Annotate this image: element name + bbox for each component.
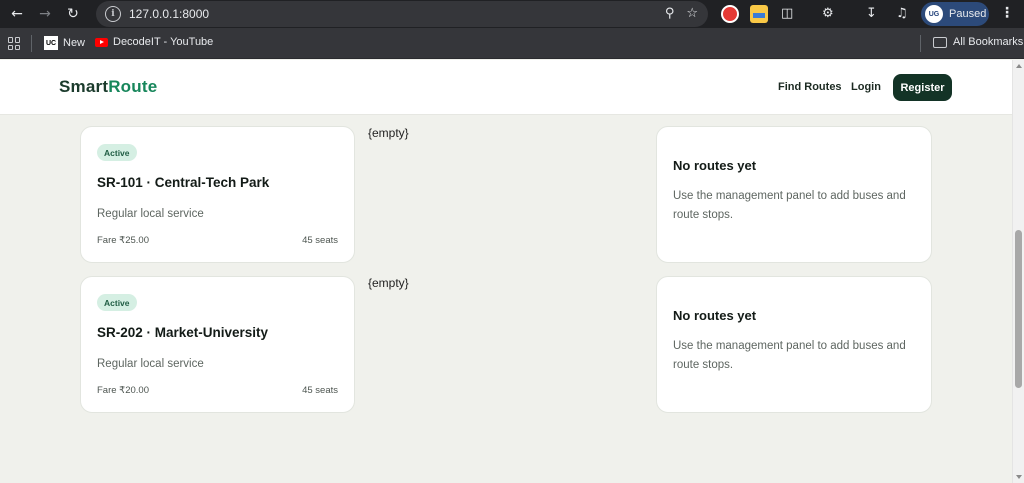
route-fare: Fare ₹25.00	[97, 235, 149, 246]
bookmark-label: New	[63, 37, 86, 49]
folder-icon	[933, 36, 947, 48]
uc-favicon-icon: UC	[44, 36, 58, 50]
brand-part-smart: Smart	[59, 77, 109, 96]
stops-placeholder: {empty}	[368, 276, 409, 290]
nav-login[interactable]: Login	[851, 81, 881, 93]
empty-state-title: No routes yet	[673, 158, 757, 173]
bookmarks-divider	[920, 35, 921, 52]
all-bookmarks-label: All Bookmarks	[953, 36, 1024, 48]
media-playlist-icon[interactable]: ♫	[896, 6, 908, 21]
brand-logo[interactable]: SmartRoute	[59, 77, 157, 97]
profile-button[interactable]: UG Paused	[921, 2, 989, 26]
empty-state-card: No routes yet Use the management panel t…	[656, 126, 932, 263]
empty-state-message: Use the management panel to add buses an…	[673, 340, 906, 371]
bookmarks-divider	[31, 35, 32, 52]
browser-toolbar: ← → ↻ i 127.0.0.1:8000 ⚲ ☆ ◫ ⚙ ↧ ♫ UG Pa…	[0, 0, 1024, 28]
extensions-puzzle-icon[interactable]: ◫	[781, 6, 793, 21]
route-description: Regular local service	[97, 208, 204, 220]
forward-arrow-icon[interactable]: →	[34, 3, 56, 25]
bookmark-decodeit-youtube[interactable]: DecodeIT - YouTube	[95, 36, 213, 48]
empty-state-message: Use the management panel to add buses an…	[673, 190, 906, 221]
address-url[interactable]: 127.0.0.1:8000	[129, 7, 209, 21]
empty-state-card: No routes yet Use the management panel t…	[656, 276, 932, 413]
scrollbar-thumb[interactable]	[1015, 230, 1022, 388]
route-title: SR-202 · Market-University	[97, 325, 269, 340]
route-title: SR-101 · Central-Tech Park	[97, 175, 270, 190]
browser-menu-icon[interactable]: ⋮	[1000, 5, 1014, 21]
performance-icon[interactable]: ⚙	[822, 6, 834, 21]
profile-status: Paused	[949, 8, 987, 20]
scroll-down-arrow-icon[interactable]	[1016, 475, 1022, 479]
register-button[interactable]: Register	[893, 74, 952, 101]
address-bar[interactable]: i 127.0.0.1:8000 ⚲ ☆	[96, 1, 708, 27]
page-viewport: SmartRoute Find Routes Login Register Ac…	[0, 60, 1012, 483]
apps-grid-icon[interactable]	[8, 37, 21, 50]
route-card[interactable]: Active SR-101 · Central-Tech Park Regula…	[80, 126, 355, 263]
route-card[interactable]: Active SR-202 · Market-University Regula…	[80, 276, 355, 413]
profile-avatar: UG	[925, 5, 943, 23]
status-badge: Active	[97, 144, 137, 161]
scroll-up-arrow-icon[interactable]	[1016, 64, 1022, 68]
route-seats: 45 seats	[302, 235, 338, 246]
status-badge: Active	[97, 294, 137, 311]
site-header: SmartRoute Find Routes Login Register	[0, 60, 1012, 115]
bookmarks-bar: UC New DecodeIT - YouTube All Bookmarks	[0, 28, 1024, 59]
extension-red-icon[interactable]	[721, 5, 739, 23]
page-scrollbar[interactable]	[1012, 60, 1024, 483]
bookmark-label: DecodeIT - YouTube	[113, 36, 214, 48]
extension-yellow-icon[interactable]	[750, 5, 768, 23]
route-description: Regular local service	[97, 358, 204, 370]
nav-find-routes[interactable]: Find Routes	[778, 81, 842, 93]
youtube-favicon-icon	[95, 37, 108, 47]
brand-part-route: Route	[108, 77, 158, 96]
all-bookmarks-button[interactable]: All Bookmarks	[933, 36, 1023, 48]
download-icon[interactable]: ↧	[866, 6, 877, 21]
route-fare: Fare ₹20.00	[97, 385, 149, 396]
route-seats: 45 seats	[302, 385, 338, 396]
site-info-icon[interactable]: i	[105, 6, 121, 22]
bookmark-star-icon[interactable]: ☆	[686, 6, 698, 21]
reload-icon[interactable]: ↻	[62, 3, 84, 25]
empty-state-title: No routes yet	[673, 308, 757, 323]
back-arrow-icon[interactable]: ←	[6, 3, 28, 25]
zoom-icon[interactable]: ⚲	[665, 6, 675, 21]
stops-placeholder: {empty}	[368, 126, 409, 140]
bookmark-new[interactable]: UC New	[44, 36, 85, 50]
